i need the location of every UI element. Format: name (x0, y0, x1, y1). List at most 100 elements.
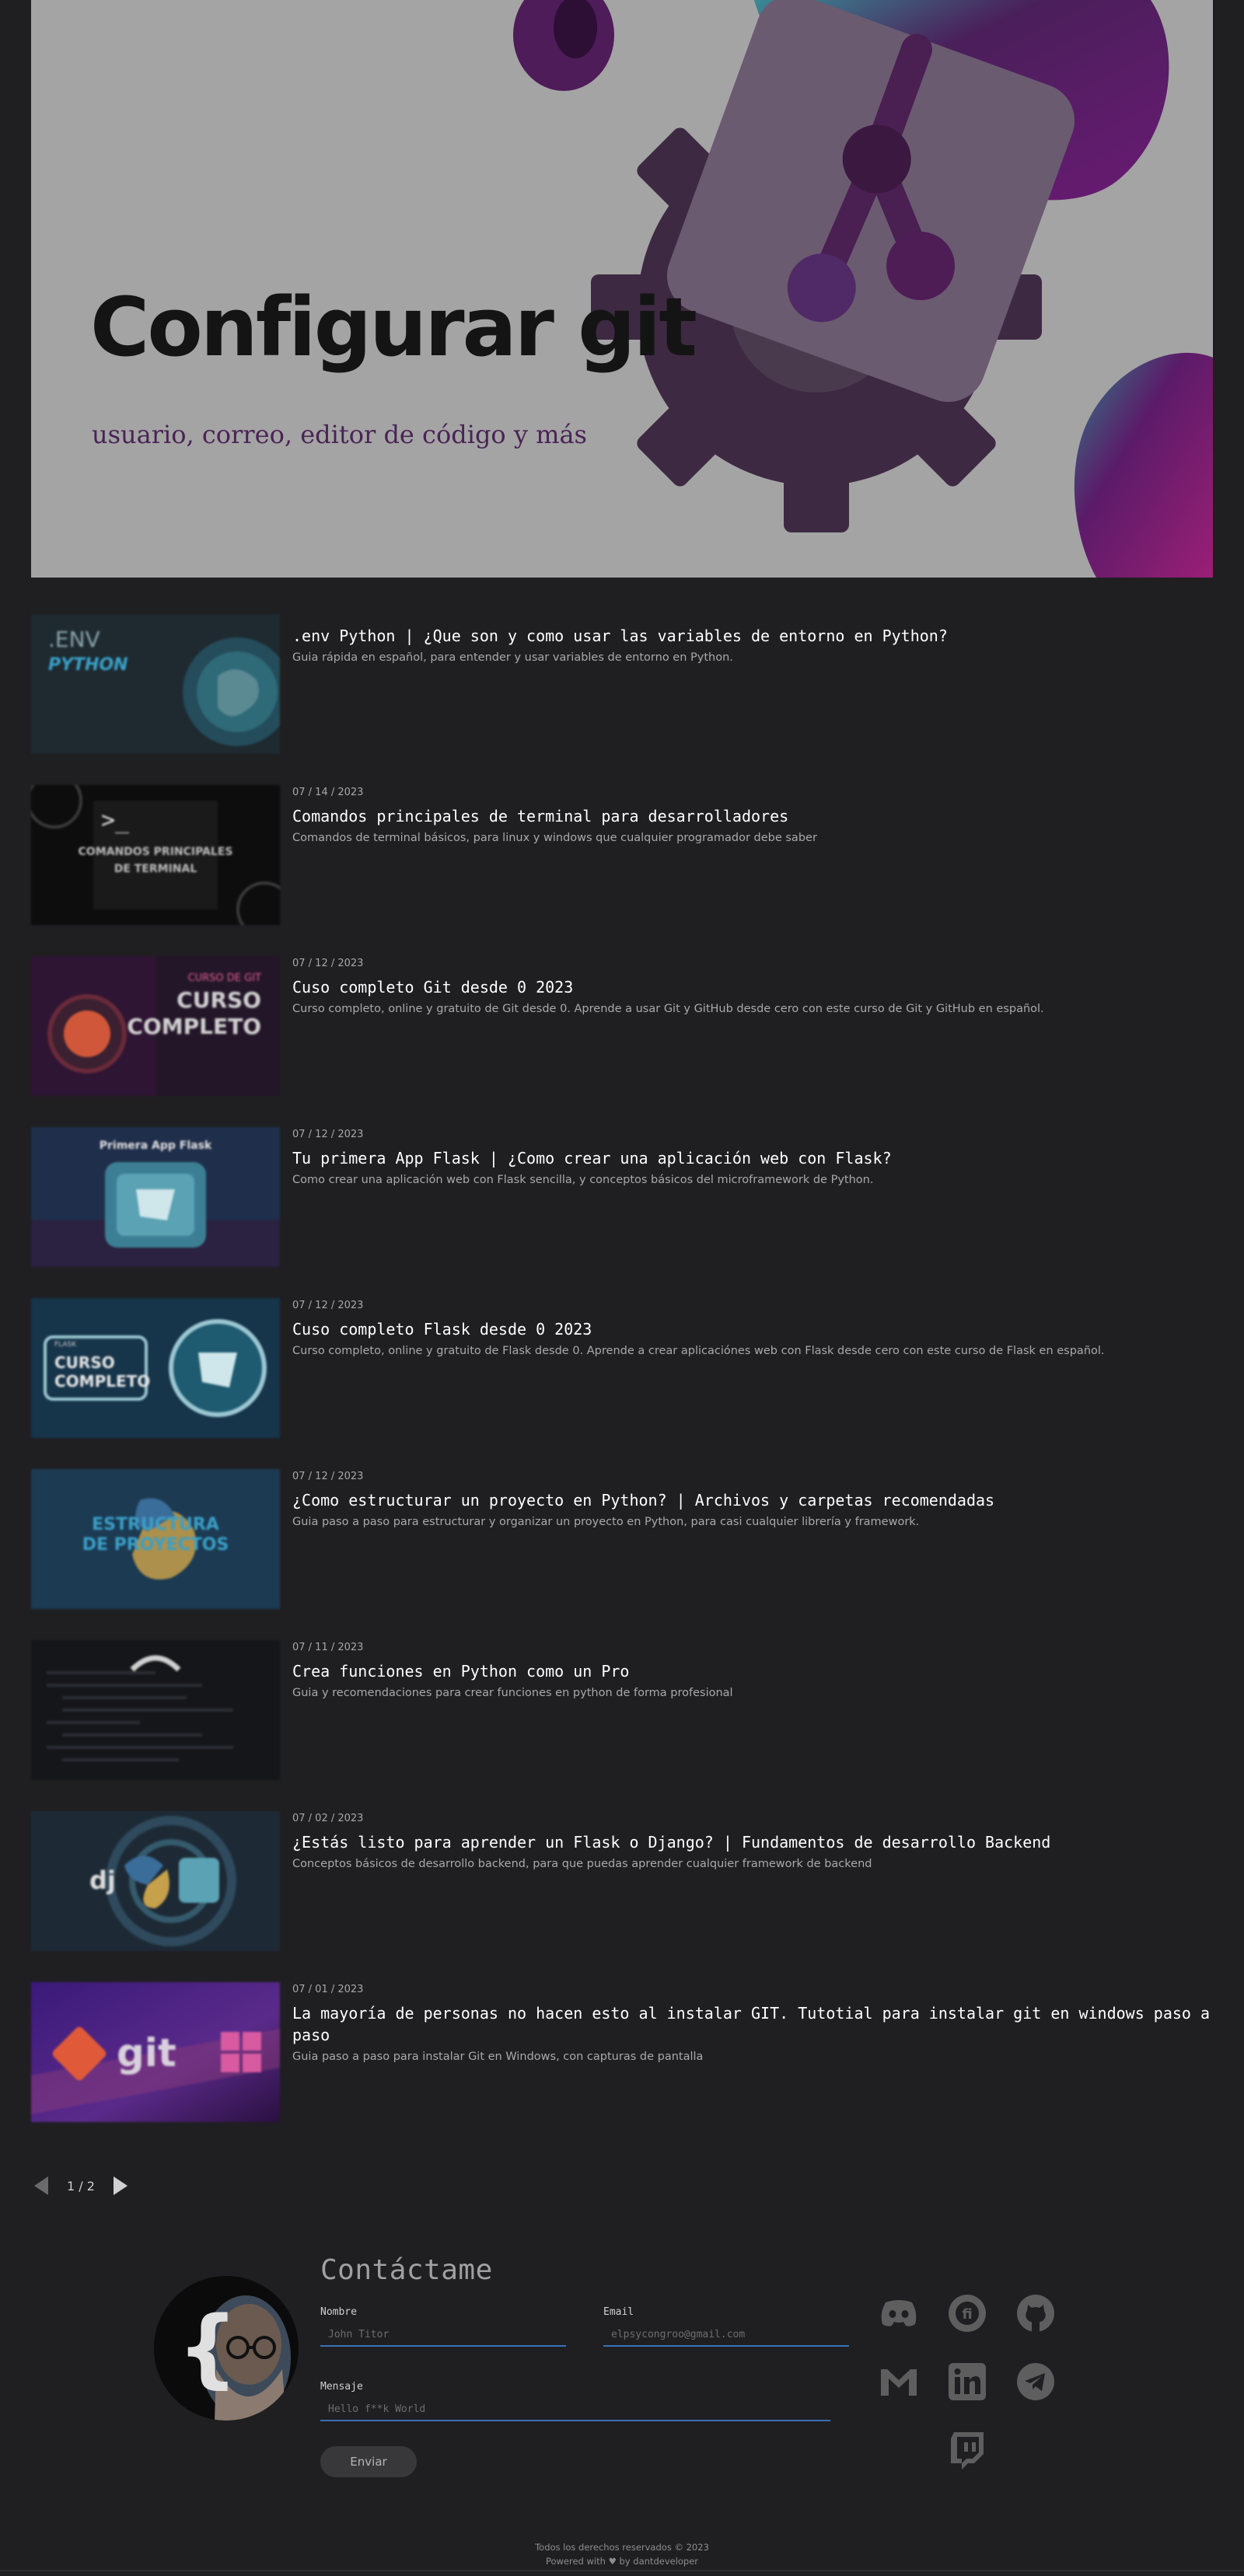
post-date: 07 / 12 / 2023 (292, 1300, 364, 1311)
post-date: 07 / 14 / 2023 (292, 787, 364, 798)
post-card[interactable]: >_ COMANDOS PRINCIPALES DE TERMINAL 07 /… (31, 785, 1213, 925)
discord-link[interactable] (879, 2293, 919, 2333)
post-date: 07 / 12 / 2023 (292, 1471, 364, 1482)
post-title[interactable]: Tu primera App Flask | ¿Como crear una a… (292, 1147, 1213, 1169)
github-icon (1017, 2295, 1054, 2333)
name-label: Nombre (320, 2306, 357, 2318)
svg-text:CURSO: CURSO (176, 987, 261, 1013)
hashnode-icon: fi (949, 2295, 986, 2332)
hero-subtitle: usuario, correo, editor de código y más (92, 420, 587, 449)
prev-page-button[interactable] (31, 2175, 53, 2197)
contact-heading: Contáctame (320, 2254, 493, 2286)
social-links: fi (879, 2293, 1081, 2503)
post-card[interactable]: ESTRUCTURA DE PROYECTOS 07 / 12 / 2023 ¿… (31, 1469, 1213, 1609)
post-thumbnail[interactable]: ESTRUCTURA DE PROYECTOS (31, 1469, 280, 1609)
post-description: Guia rápida en español, para entender y … (292, 651, 733, 664)
post-card[interactable]: .ENV PYTHON .env Python | ¿Que son y com… (31, 614, 1213, 754)
twitch-icon (951, 2432, 984, 2470)
post-description: Como crear una aplicación web con Flask … (292, 1174, 874, 1186)
svg-text:{: { (177, 2298, 238, 2397)
post-thumbnail[interactable]: >_ COMANDOS PRINCIPALES DE TERMINAL (31, 785, 280, 925)
post-description: Comandos de terminal básicos, para linux… (292, 832, 817, 844)
post-date: 07 / 12 / 2023 (292, 1129, 364, 1140)
svg-text:COMPLETO: COMPLETO (127, 1014, 261, 1039)
telegram-link[interactable] (1015, 2361, 1056, 2402)
avatar: { (154, 2276, 299, 2421)
gmail-icon (881, 2369, 917, 2396)
powered-by-text: Powered with ♥ by dantdeveloper (545, 2556, 699, 2567)
hero-banner[interactable]: Configurar git usuario, correo, editor d… (31, 0, 1213, 578)
hero-title: Configurar git (90, 280, 697, 375)
post-date: 07 / 12 / 2023 (292, 958, 364, 969)
linkedin-link[interactable] (947, 2361, 987, 2402)
page-indicator: 1 / 2 (67, 2178, 95, 2194)
footer: Todos los derechos reservados © 2023 Pow… (0, 2540, 1244, 2568)
telegram-icon (1017, 2363, 1054, 2400)
post-title[interactable]: Crea funciones en Python como un Pro (292, 1660, 1213, 1682)
svg-text:fi: fi (962, 2306, 972, 2323)
post-date: 07 / 02 / 2023 (292, 1813, 364, 1824)
svg-text:Primera App Flask: Primera App Flask (100, 1140, 212, 1152)
svg-text:CURSO: CURSO (54, 1353, 115, 1372)
post-card[interactable]: Primera App Flask 07 / 12 / 2023 Tu prim… (31, 1127, 1213, 1267)
svg-text:git: git (117, 2030, 176, 2075)
post-description: Guia paso a paso para estructurar y orga… (292, 1516, 920, 1528)
post-description: Guia paso a paso para instalar Git en Wi… (292, 2051, 704, 2063)
post-thumbnail[interactable]: FLASK CURSO COMPLETO (31, 1298, 280, 1438)
post-title[interactable]: ¿Estás listo para aprender un Flask o Dj… (292, 1831, 1213, 1853)
post-thumbnail[interactable]: Primera App Flask (31, 1127, 280, 1267)
name-field[interactable] (320, 2323, 566, 2347)
post-title[interactable]: La mayoría de personas no hacen esto al … (292, 2002, 1213, 2046)
github-link[interactable] (1015, 2293, 1056, 2333)
svg-text:PYTHON: PYTHON (48, 655, 128, 675)
email-field[interactable] (603, 2323, 849, 2347)
post-description: Guia y recomendaciones para crear funcio… (292, 1687, 733, 1699)
post-card[interactable]: git 07 / 01 / 2023 La mayoría de persona… (31, 1982, 1213, 2122)
svg-text:>_: >_ (101, 807, 130, 834)
post-description: Conceptos básicos de desarrollo backend,… (292, 1858, 872, 1870)
hashnode-link[interactable]: fi (947, 2293, 987, 2333)
post-title[interactable]: ¿Como estructurar un proyecto en Python?… (292, 1489, 1213, 1511)
send-button[interactable]: Enviar (320, 2446, 417, 2477)
svg-text:ESTRUCTURA: ESTRUCTURA (92, 1515, 219, 1534)
svg-text:COMANDOS PRINCIPALES: COMANDOS PRINCIPALES (79, 846, 233, 858)
post-title[interactable]: .env Python | ¿Que son y como usar las v… (292, 625, 1213, 647)
message-field[interactable] (320, 2397, 830, 2421)
svg-text:CURSO DE GIT: CURSO DE GIT (188, 972, 262, 984)
post-card[interactable]: 07 / 11 / 2023 Crea funciones en Python … (31, 1640, 1213, 1780)
message-label: Mensaje (320, 2381, 363, 2393)
caret-left-icon (34, 2176, 48, 2195)
gmail-link[interactable] (879, 2361, 919, 2402)
post-title[interactable]: Comandos principales de terminal para de… (292, 805, 1213, 827)
post-card[interactable]: FLASK CURSO COMPLETO 07 / 12 / 2023 Cuso… (31, 1298, 1213, 1438)
post-card[interactable]: dj 07 / 02 / 2023 ¿Estás listo para apre… (31, 1811, 1213, 1951)
post-date: 07 / 01 / 2023 (292, 1984, 364, 1995)
post-thumbnail[interactable]: git (31, 1982, 280, 2122)
svg-text:FLASK: FLASK (54, 1341, 77, 1349)
next-page-button[interactable] (109, 2175, 131, 2197)
svg-text:COMPLETO: COMPLETO (54, 1372, 150, 1391)
copyright-text: Todos los derechos reservados © 2023 (535, 2542, 709, 2553)
pagination: 1 / 2 (31, 2170, 131, 2201)
discord-icon (881, 2300, 917, 2326)
post-list: .ENV PYTHON .env Python | ¿Que son y com… (31, 614, 1213, 2153)
post-title[interactable]: Cuso completo Flask desde 0 2023 (292, 1318, 1213, 1340)
footer-divider (0, 2570, 1244, 2571)
twitch-link[interactable] (947, 2430, 987, 2470)
page: Configurar git usuario, correo, editor d… (0, 0, 1244, 2576)
post-thumbnail[interactable]: CURSO DE GIT CURSO COMPLETO (31, 956, 280, 1096)
post-card[interactable]: CURSO DE GIT CURSO COMPLETO 07 / 12 / 20… (31, 956, 1213, 1096)
svg-text:.ENV: .ENV (48, 627, 100, 652)
post-thumbnail[interactable]: .ENV PYTHON (31, 614, 280, 754)
post-description: Curso completo, online y gratuito de Git… (292, 1003, 1044, 1015)
post-thumbnail[interactable] (31, 1640, 280, 1780)
svg-text:dj: dj (89, 1866, 116, 1895)
contact-form: Contáctame Nombre Email Mensaje Enviar (320, 2254, 849, 2477)
caret-right-icon (113, 2176, 128, 2195)
email-label: Email (603, 2306, 634, 2318)
post-description: Curso completo, online y gratuito de Fla… (292, 1345, 1105, 1357)
post-title[interactable]: Cuso completo Git desde 0 2023 (292, 976, 1213, 998)
linkedin-icon (949, 2363, 986, 2400)
svg-text:DE PROYECTOS: DE PROYECTOS (82, 1535, 229, 1555)
post-thumbnail[interactable]: dj (31, 1811, 280, 1951)
